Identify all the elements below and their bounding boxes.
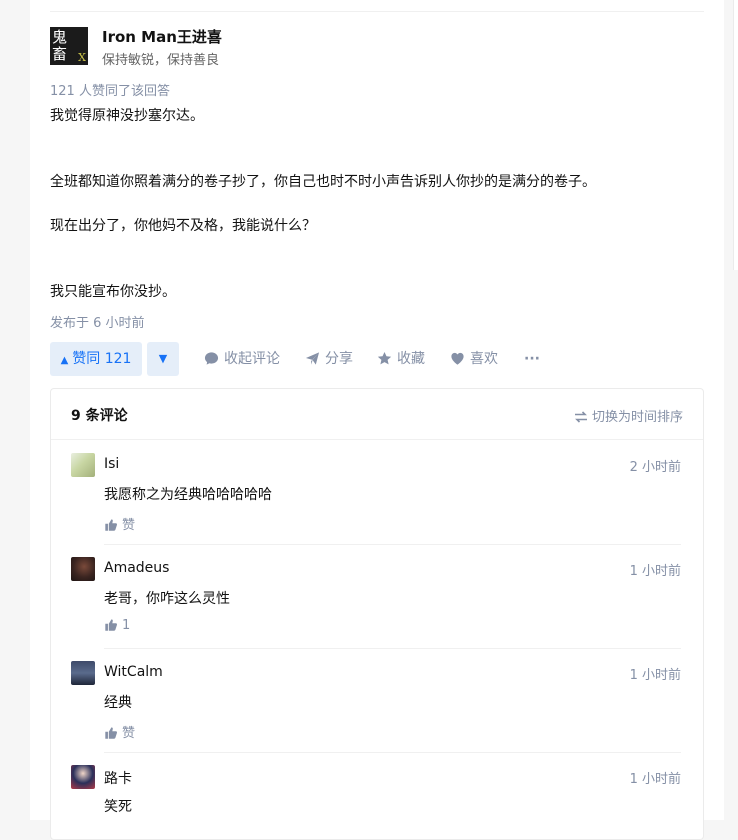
comment-divider	[104, 544, 681, 545]
comment-like-button[interactable]: 1	[104, 618, 130, 633]
answer-paragraph: 我只能宣布你没抄。	[50, 284, 176, 300]
thumbs-up-icon	[105, 519, 118, 531]
commenter-avatar[interactable]	[71, 453, 95, 477]
thumbs-up-icon	[105, 727, 118, 739]
heart-icon	[451, 352, 464, 365]
like-button[interactable]: 喜欢	[450, 342, 498, 376]
commenter-name[interactable]: 路卡	[104, 768, 132, 788]
share-button[interactable]: 分享	[305, 342, 353, 376]
author-name[interactable]: Iron Man王进喜	[102, 26, 222, 47]
star-icon	[377, 351, 392, 365]
comment-time: 1 小时前	[629, 772, 681, 787]
commenter-name[interactable]: Isi	[104, 456, 119, 472]
collapse-comments-label: 收起评论	[224, 351, 280, 367]
vote-down-button[interactable]: ▼	[147, 342, 179, 376]
answer-content: 我觉得原神没抄塞尔达。 全班都知道你照着满分的卷子抄了，你自己也时不时小声告诉别…	[50, 105, 700, 303]
vote-up-label: 赞同 121	[72, 351, 132, 367]
comment-like-count: 1	[122, 618, 131, 633]
comment-like-label: 赞	[122, 726, 136, 741]
commenter-avatar[interactable]	[71, 765, 95, 789]
share-label: 分享	[325, 351, 353, 367]
favorite-button[interactable]: 收藏	[377, 342, 425, 376]
comment-time: 2 小时前	[629, 460, 681, 475]
answer-paragraph: 现在出分了，你他妈不及格，我能说什么？	[50, 218, 316, 234]
commenter-name[interactable]: Amadeus	[104, 560, 169, 576]
comments-header: 9 条评论 切换为时间排序	[51, 389, 703, 440]
favorite-label: 收藏	[397, 351, 425, 367]
author-avatar-text: 鬼畜	[52, 28, 68, 63]
triangle-up-icon: ▲	[60, 355, 69, 366]
author-avatar[interactable]: 鬼畜 X	[50, 27, 88, 65]
comment-like-button[interactable]: 赞	[104, 514, 135, 533]
thumbs-up-icon	[105, 619, 118, 631]
comment-divider	[104, 752, 681, 753]
swap-icon	[574, 411, 587, 423]
vote-up-button[interactable]: ▲ 赞同 121	[50, 342, 142, 376]
comment-text: 经典	[104, 695, 132, 711]
more-button[interactable]: ···	[524, 342, 540, 376]
commenter-avatar[interactable]	[71, 557, 95, 581]
collapse-comments-button[interactable]: 收起评论	[204, 342, 280, 376]
author-avatar-mark: X	[78, 51, 86, 64]
answer-paragraph: 我觉得原神没抄塞尔达。	[50, 108, 204, 124]
answer-paragraph: 全班都知道你照着满分的卷子抄了，你自己也时不时小声告诉别人你抄的是满分的卷子。	[50, 174, 596, 190]
comment-like-label: 赞	[122, 518, 136, 533]
comment-text: 老哥，你咋这么灵性	[104, 591, 230, 607]
comments-count: 9 条评论	[71, 408, 128, 424]
sort-toggle-button[interactable]: 切换为时间排序	[574, 406, 683, 425]
author-bio: 保持敏锐，保持善良	[102, 53, 220, 68]
comments-panel: 9 条评论 切换为时间排序 Isi 2 小时前 我愿称之为经典哈哈哈哈哈 赞 A…	[50, 388, 704, 840]
commenter-avatar[interactable]	[71, 661, 95, 685]
comment-divider	[104, 648, 681, 649]
commenter-name[interactable]: WitCalm	[104, 664, 163, 680]
triangle-down-icon: ▼	[158, 352, 168, 365]
scrollbar[interactable]	[733, 0, 738, 270]
comment-text: 我愿称之为经典哈哈哈哈哈	[104, 487, 272, 503]
comment-time: 1 小时前	[629, 668, 681, 683]
comment-text: 笑死	[104, 799, 132, 815]
comment-time: 1 小时前	[629, 564, 681, 579]
vote-count-text: 121 人赞同了该回答	[50, 84, 170, 99]
comment-icon	[204, 352, 219, 365]
action-bar: ▲ 赞同 121 ▼ 收起评论 分享 收藏 喜欢 ···	[50, 342, 704, 376]
sort-toggle-label: 切换为时间排序	[591, 410, 683, 425]
publish-time[interactable]: 发布于 6 小时前	[50, 312, 145, 331]
top-divider	[50, 11, 704, 12]
paper-plane-icon	[305, 352, 320, 365]
comment-like-button[interactable]: 赞	[104, 722, 135, 741]
like-label: 喜欢	[470, 351, 498, 367]
